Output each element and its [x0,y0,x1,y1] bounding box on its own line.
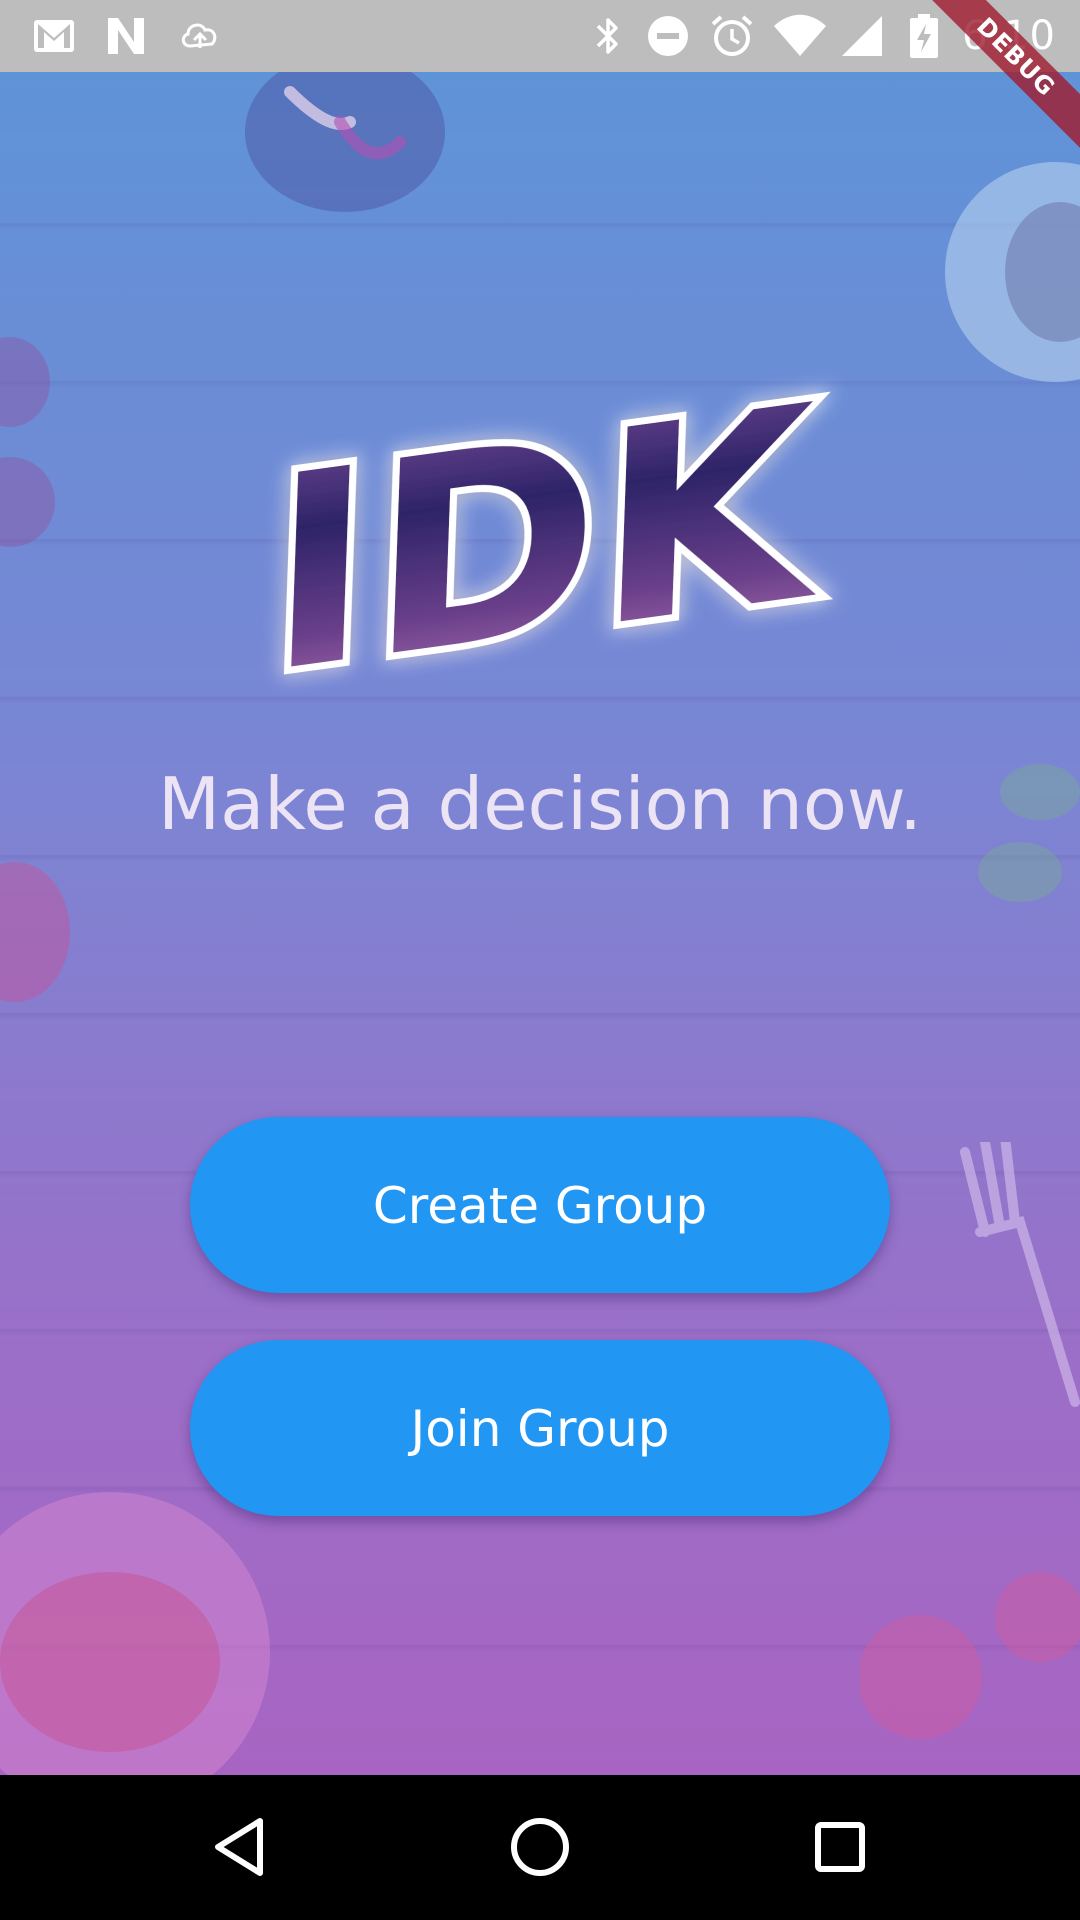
tagline: Make a decision now. [157,762,923,846]
debug-label: DEBUG [924,0,1080,149]
fork-decoration [955,1142,1080,1422]
vegetable-decoration [0,322,90,582]
tomato-decoration [0,852,80,1012]
back-icon[interactable] [204,1811,276,1883]
plate-decoration [935,132,1080,402]
signal-icon [838,12,886,60]
n-notification-icon [102,12,150,60]
idk-logo: IDK [257,340,834,741]
do-not-disturb-icon [644,12,692,60]
tomatoes-decoration [860,1562,1080,1762]
join-group-button[interactable]: Join Group [190,1340,890,1516]
debug-banner: DEBUG [920,0,1080,160]
alarm-icon [708,12,756,60]
home-icon[interactable] [504,1811,576,1883]
bluetooth-icon [584,12,632,60]
cloud-upload-icon [176,12,224,60]
navigation-bar [0,1775,1080,1920]
wifi-icon [772,12,828,60]
gmail-icon [30,12,78,60]
create-group-button[interactable]: Create Group [190,1117,890,1293]
welcome-screen: IDK Make a decision now. Create Group Jo… [0,72,1080,1775]
recents-icon[interactable] [804,1811,876,1883]
bowl-decoration [230,72,460,222]
status-bar: 6:10 DEBUG [0,0,1080,149]
logo-text: IDK [264,347,827,734]
